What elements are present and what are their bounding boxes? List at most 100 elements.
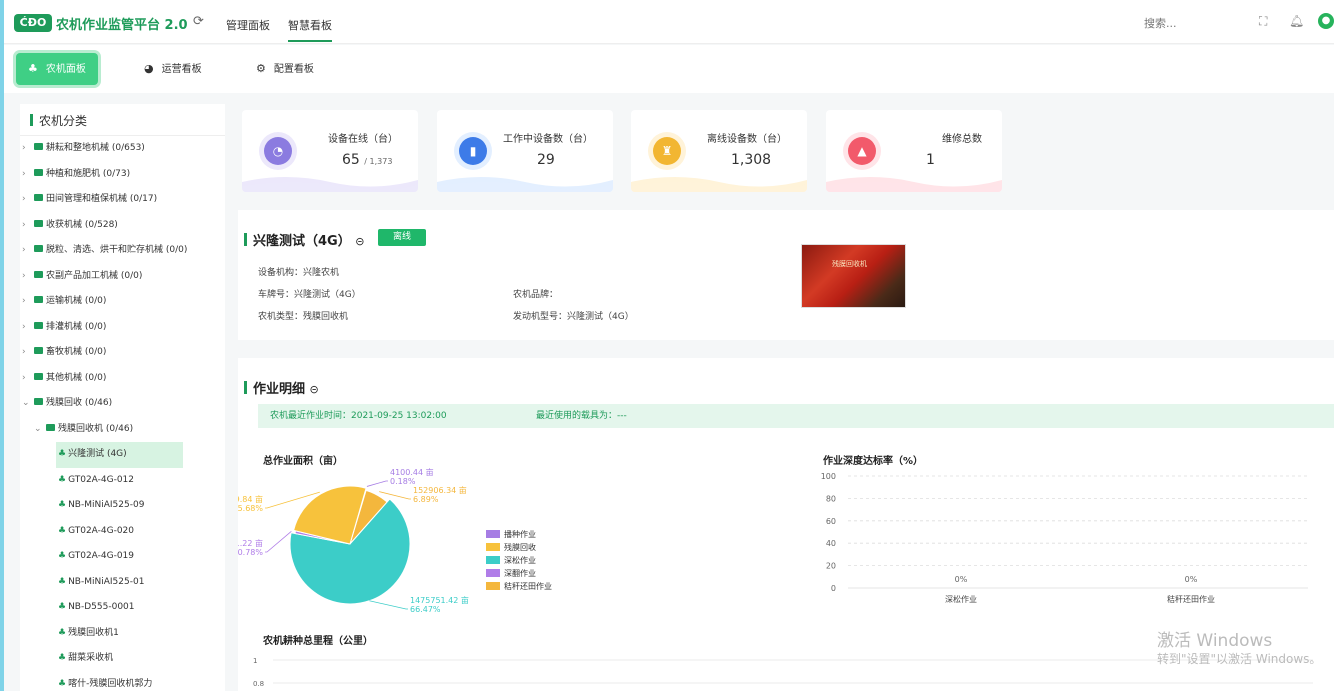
chevron-right-icon[interactable]: › <box>22 162 34 188</box>
tree-folder-item[interactable]: › 畜牧机械 (0/0) <box>20 340 225 366</box>
legend-item[interactable]: 播种作业 <box>486 530 536 540</box>
bar-value-label: 0% <box>955 575 968 584</box>
tree-leaf-item[interactable]: ♣ NB-D555-0001 <box>20 595 225 621</box>
chevron-right-icon[interactable]: › <box>22 264 34 290</box>
menu-management[interactable]: 管理面板 <box>226 17 270 33</box>
pie-value-label: 311.22 亩 <box>238 538 263 548</box>
stat-wave <box>631 177 807 192</box>
stat-value: 65 / 1,373 <box>342 152 393 168</box>
chevron-down-icon[interactable]: ⌄ <box>34 417 46 443</box>
chevron-right-icon[interactable]: › <box>22 136 34 162</box>
tree-leaf-item[interactable]: ♣ 残膜回收机1 <box>20 621 225 647</box>
tractor-icon: ♣ <box>58 500 67 510</box>
status-badge: 离线 <box>378 229 426 246</box>
legend-swatch <box>486 569 500 577</box>
chevron-right-icon[interactable]: › <box>22 315 34 341</box>
tree-folder-item[interactable]: › 农副产品加工机械 (0/0) <box>20 264 225 290</box>
tree-folder-item[interactable]: › 耕耘和整地机械 (0/653) <box>20 136 225 162</box>
chevron-right-icon[interactable]: › <box>22 366 34 392</box>
legend-item[interactable]: 残膜回收 <box>486 543 536 553</box>
tractor-icon: ♣ <box>28 62 38 75</box>
tree-folder-item[interactable]: › 脱粒、清选、烘干和贮存机械 (0/0) <box>20 238 225 264</box>
pie-legend: 播种作业残膜回收深松作业深翻作业秸秆还田作业 <box>486 530 596 620</box>
device-title: 兴隆测试（4G） ⊝ <box>244 230 364 249</box>
folder-icon <box>34 372 43 380</box>
category-sidebar: 农机分类 › 耕耘和整地机械 (0/653) › 种植和施肥机 (0/73) › 田间管理… <box>20 104 225 691</box>
tree-item-label: 其他机械 (0/0) <box>46 372 107 383</box>
legend-item[interactable]: 深翻作业 <box>486 569 536 579</box>
top-navbar: ĆĐO 农机作业监管平台 2.0 ⟳ 管理面板 智慧看板 ⛶ 🔔︎ ● <box>4 0 1334 44</box>
y-tick-label: 0 <box>831 584 836 593</box>
tab-config-board[interactable]: ⚙ 配置看板 <box>244 53 326 85</box>
bar-chart-icon: ▮ <box>459 137 487 165</box>
bell-icon[interactable]: 🔔︎ <box>1289 14 1304 28</box>
trophy-icon: ♜ <box>653 137 681 165</box>
fullscreen-icon[interactable]: ⛶ <box>1259 14 1267 29</box>
pie-value-label: 152906.34 亩 <box>413 485 467 495</box>
tree-folder-item[interactable]: › 其他机械 (0/0) <box>20 366 225 392</box>
tree-folder-item[interactable]: › 田间管理和植保机械 (0/17) <box>20 187 225 213</box>
folder-icon <box>34 143 43 150</box>
bar-value-label: 0% <box>1185 575 1198 584</box>
x-tick-label: 深松作业 <box>945 594 977 604</box>
legend-item[interactable]: 秸秆还田作业 <box>486 582 552 592</box>
chevron-right-icon[interactable]: › <box>22 238 34 264</box>
pie-percent-label: 0.78% <box>238 548 263 557</box>
user-avatar[interactable]: ● <box>1318 13 1334 29</box>
tractor-icon: ♣ <box>58 551 67 561</box>
folder-icon <box>34 270 43 278</box>
tree-folder-item[interactable]: › 运输机械 (0/0) <box>20 289 225 315</box>
tractor-icon: ♣ <box>58 602 67 612</box>
tree-folder-item[interactable]: › 种植和施肥机 (0/73) <box>20 162 225 188</box>
menu-smart-board[interactable]: 智慧看板 <box>288 17 332 42</box>
device-info-panel: 兴隆测试（4G） ⊝ 离线 设备机构：兴隆农机 车牌号：兴隆测试（4G） 农机品… <box>238 210 1334 340</box>
tractor-icon: ♣ <box>58 576 67 587</box>
tractor-icon: ♣ <box>58 449 67 459</box>
category-tree: › 耕耘和整地机械 (0/653) › 种植和施肥机 (0/73) › 田间管理和植保机械… <box>20 136 225 691</box>
tab-operation-board[interactable]: ◕ 运营看板 <box>132 53 214 85</box>
chevron-right-icon[interactable]: › <box>22 213 34 239</box>
chevron-down-icon[interactable]: ⌄ <box>22 391 34 417</box>
tab-machine-panel[interactable]: ♣ 农机面板 <box>16 53 98 85</box>
tree-item-label: NB-MiNiAI525-01 <box>68 576 145 587</box>
refresh-icon[interactable]: ⟳ <box>193 14 204 29</box>
chevron-right-icon[interactable]: › <box>22 340 34 366</box>
tree-folder-item[interactable]: ⌄ 残膜回收 (0/46) <box>20 391 225 417</box>
folder-icon <box>34 168 43 176</box>
device-brand: 农机品牌： <box>513 290 559 300</box>
legend-swatch <box>486 582 500 590</box>
work-info-strip: 农机最近作业时间：2021-09-25 13:02:00 最近使用的载具为：--… <box>258 404 1334 428</box>
stat-label: 离线设备数（台） <box>707 134 787 145</box>
tree-folder-item[interactable]: › 收获机械 (0/528) <box>20 213 225 239</box>
legend-swatch <box>486 556 500 564</box>
tree-leaf-item[interactable]: ♣ GT02A-4G-012 <box>20 468 225 494</box>
stat-card: ◔ 设备在线（台） 65 / 1,373 <box>242 110 418 192</box>
pie-percent-label: 25.68% <box>238 504 263 513</box>
pie-icon: ◕ <box>144 62 154 75</box>
link-icon[interactable]: ⊝ <box>355 235 364 248</box>
tree-folder-item[interactable]: › 排灌机械 (0/0) <box>20 315 225 341</box>
tree-leaf-item[interactable]: ♣ GT02A-4G-020 <box>20 519 225 545</box>
tree-leaf-item[interactable]: ♣ NB-MiNiAI525-01 <box>20 570 225 596</box>
chevron-right-icon[interactable]: › <box>22 289 34 315</box>
legend-item[interactable]: 深松作业 <box>486 556 536 566</box>
tree-leaf-item[interactable]: ♣ NB-MiNiAI525-09 <box>20 493 225 519</box>
tree-leaf-item[interactable]: ♣ GT02A-4G-019 <box>20 544 225 570</box>
tree-leaf-item[interactable]: ♣ 兴隆测试 (4G) <box>56 442 183 468</box>
stat-wave <box>242 177 418 192</box>
tree-leaf-item[interactable]: ♣ 甜菜采收机 <box>20 646 225 672</box>
stat-card: ♜ 离线设备数（台） 1,308 <box>631 110 807 192</box>
device-photo[interactable]: 残膜回收机 <box>801 244 906 308</box>
chevron-right-icon[interactable]: › <box>22 187 34 213</box>
tree-folder-item[interactable]: ⌄ 残膜回收机 (0/46) <box>20 417 225 443</box>
tree-item-label: 畜牧机械 (0/0) <box>46 347 107 357</box>
tractor-icon: ♣ <box>58 678 67 689</box>
device-type: 农机类型：残膜回收机 <box>258 312 349 322</box>
pie-leader-line <box>379 491 411 500</box>
search-input[interactable] <box>1144 14 1224 32</box>
link-icon[interactable]: ⊝ <box>310 383 319 396</box>
tree-item-label: 收获机械 (0/528) <box>46 219 118 230</box>
tree-item-label: 田间管理和植保机械 (0/17) <box>46 194 158 204</box>
tractor-icon: ♣ <box>58 627 67 638</box>
tree-leaf-item[interactable]: ♣ 喀什-残膜回收机郭力 <box>20 672 225 691</box>
